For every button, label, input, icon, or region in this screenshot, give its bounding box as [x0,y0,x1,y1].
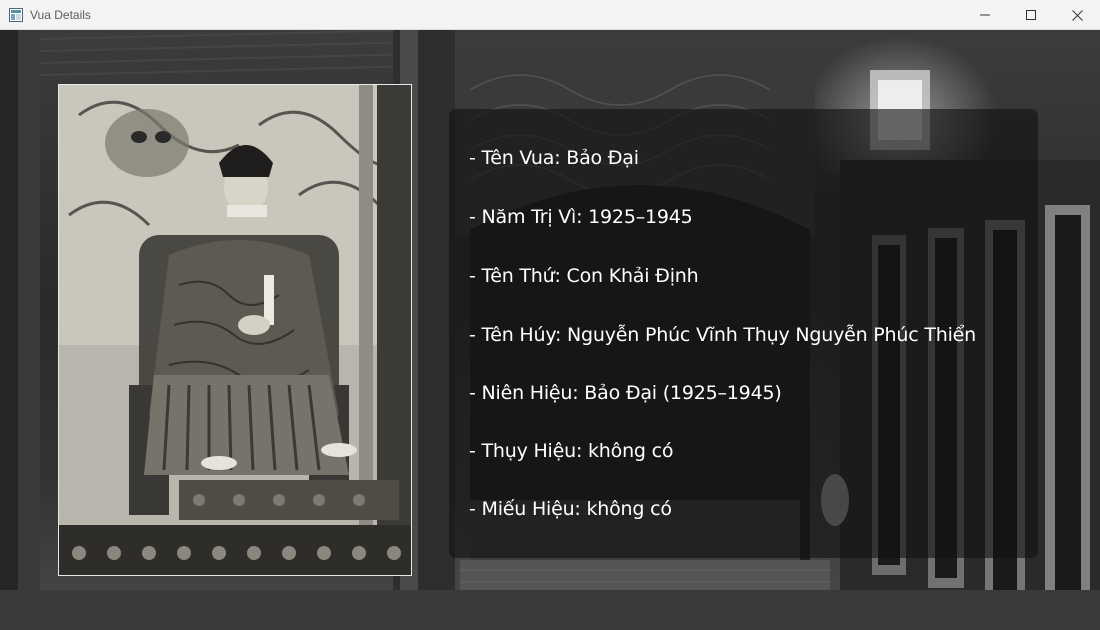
minimize-icon [980,10,990,20]
mieu-hieu-text: - Miếu Hiệu: không có [469,498,672,520]
king-details-panel: - Tên Vua: Bảo Đại - Năm Trị Vì: 1925–19… [449,109,1038,558]
window-title: Vua Details [30,7,91,22]
minimize-button[interactable] [962,0,1008,30]
app-window-icon [8,7,24,23]
nam-tri-vi-text: - Năm Trị Vì: 1925–1945 [469,206,693,228]
ten-vua-text: - Tên Vua: Bảo Đại [469,147,639,169]
close-icon [1071,9,1083,21]
maximize-icon [1026,10,1036,20]
ten-thu-text: - Tên Thứ: Con Khải Định [469,265,699,287]
ten-huy-text: - Tên Húy: Nguyễn Phúc Vĩnh Thụy Nguyễn … [469,324,976,346]
window-controls [962,0,1100,30]
thuy-hieu-text: - Thụy Hiệu: không có [469,440,674,462]
king-portrait-image [58,84,412,576]
maximize-button[interactable] [1008,0,1054,30]
nien-hieu-text: - Niên Hiệu: Bảo Đại (1925–1945) [469,382,782,404]
close-button[interactable] [1054,0,1100,30]
window-titlebar[interactable]: Vua Details [0,0,1100,30]
